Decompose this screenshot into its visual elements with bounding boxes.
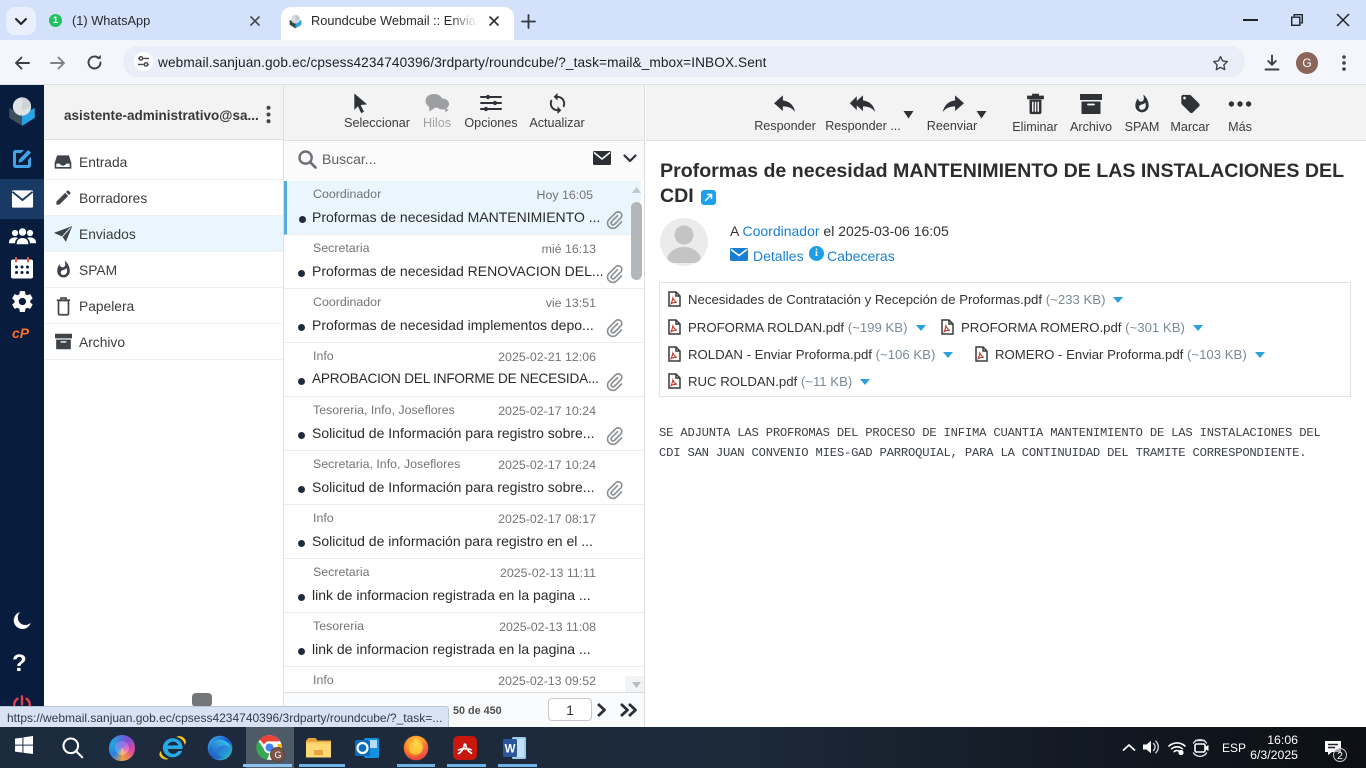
- svg-text:W: W: [505, 744, 516, 756]
